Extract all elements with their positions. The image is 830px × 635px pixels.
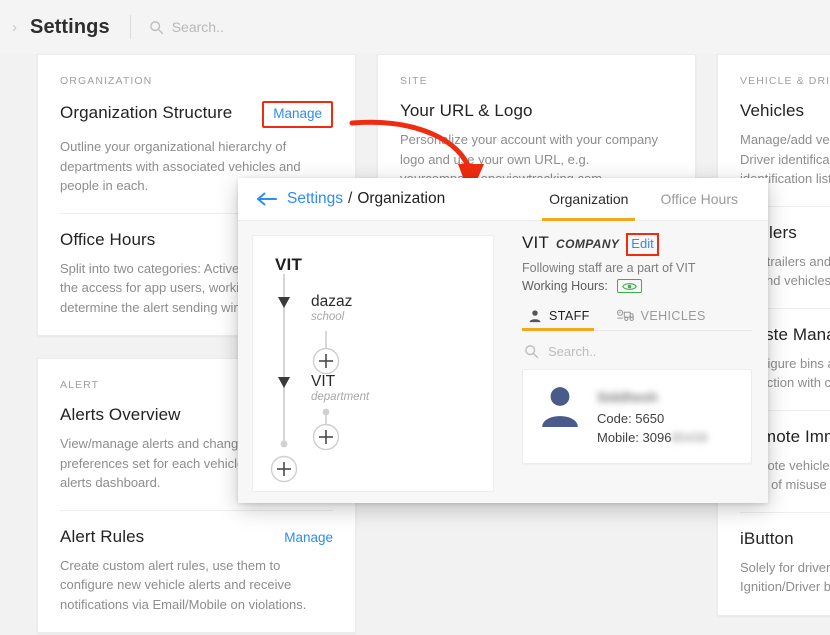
top-bar: › Settings Search.. xyxy=(0,0,830,54)
org-subtitle: Following staff are a part of VIT xyxy=(522,261,696,276)
breadcrumb-separator: / xyxy=(348,190,353,207)
setting-title: Organization Structure xyxy=(60,103,233,122)
staff-mobile-redacted: 85439 xyxy=(671,429,708,445)
tree-node-vit-department[interactable]: VIT department xyxy=(311,373,370,404)
staff-name: Siddhesh xyxy=(597,390,658,406)
organization-modal: Settings / Organization Organization Off… xyxy=(238,178,768,503)
staff-search[interactable]: Search.. xyxy=(522,331,752,369)
tab-organization[interactable]: Organization xyxy=(533,178,644,221)
person-icon xyxy=(529,310,541,323)
sidebar-expand-chevron-icon[interactable]: › xyxy=(12,20,17,35)
setting-row-ibutton: iButton xyxy=(740,529,830,549)
alert-rules-manage-button[interactable]: Manage xyxy=(284,530,333,545)
global-search[interactable]: Search.. xyxy=(149,19,224,35)
add-child-dazaz-button xyxy=(312,347,340,375)
org-type-badge: COMPANY xyxy=(556,237,620,251)
staff-meta: Siddhesh Code: 5650 Mobile: 309685439 xyxy=(597,383,708,447)
manage-highlight-box: Manage xyxy=(262,101,333,128)
tree-node-type: department xyxy=(311,391,370,404)
tab-label: STAFF xyxy=(549,309,590,324)
eye-icon xyxy=(622,283,637,291)
setting-row-organization-structure: Organization Structure Manage xyxy=(60,101,333,128)
modal-body: VIT dazaz school VIT department VIT COMP… xyxy=(238,221,768,503)
header-divider xyxy=(129,15,131,39)
setting-title: Alerts Overview xyxy=(60,405,181,424)
org-detail-pane: VIT COMPANY Edit Following staff are a p… xyxy=(506,221,768,503)
tree-node-name: dazaz xyxy=(311,293,353,310)
working-hours-row: Working Hours: xyxy=(522,279,752,294)
tab-staff[interactable]: STAFF xyxy=(522,306,600,332)
setting-description: Solely for driver identification modes: … xyxy=(740,559,830,595)
card-kicker: SITE xyxy=(400,75,428,87)
breadcrumb-settings-link[interactable]: Settings xyxy=(287,190,343,208)
modal-tabs: Organization Office Hours xyxy=(533,178,768,221)
search-icon xyxy=(525,345,539,359)
card-kicker: ORGANIZATION xyxy=(60,75,153,87)
setting-row-vehicles: Vehicles xyxy=(740,101,830,121)
tab-label: Organization xyxy=(549,191,629,207)
add-child-vit-department-button xyxy=(312,423,340,451)
setting-title: Your URL & Logo xyxy=(400,101,533,120)
staff-list-item[interactable]: Siddhesh Code: 5650 Mobile: 309685439 xyxy=(522,369,752,465)
setting-title: Office Hours xyxy=(60,229,156,249)
staff-mobile: Mobile: 309685439 xyxy=(597,429,708,447)
truck-icon xyxy=(616,309,634,322)
page-title: Settings xyxy=(30,15,110,38)
back-arrow-icon[interactable] xyxy=(256,192,278,206)
tree-node-dazaz[interactable]: dazaz school xyxy=(311,293,353,324)
tab-label: Office Hours xyxy=(660,191,738,207)
staff-search-placeholder: Search.. xyxy=(548,344,597,360)
tree-node-name: VIT xyxy=(311,373,336,390)
organization-structure-manage-button[interactable]: Manage xyxy=(273,106,322,121)
setting-description: Create custom alert rules, use them to c… xyxy=(60,557,307,612)
edit-highlight-box: Edit xyxy=(626,233,659,257)
org-tree-card: VIT dazaz school VIT department xyxy=(252,235,494,492)
tab-office-hours[interactable]: Office Hours xyxy=(644,178,754,221)
setting-title: Vehicles xyxy=(740,101,805,120)
working-hours-view-button[interactable] xyxy=(616,279,642,294)
setting-title: iButton xyxy=(740,528,794,548)
staff-mobile-visible: Mobile: 3096 xyxy=(597,429,672,445)
global-search-placeholder: Search.. xyxy=(171,19,224,35)
working-hours-label: Working Hours: xyxy=(522,279,608,294)
avatar-icon xyxy=(542,387,578,428)
add-root-child-button xyxy=(270,455,298,483)
breadcrumb-current: Organization xyxy=(357,190,446,207)
staff-vehicles-tabs: STAFF VEHICLES xyxy=(522,306,752,332)
tab-label: VEHICLES xyxy=(640,309,706,324)
setting-title: Alert Rules xyxy=(60,526,145,546)
org-tree-pane: VIT dazaz school VIT department xyxy=(238,221,506,503)
org-header: VIT COMPANY Edit xyxy=(522,233,752,257)
modal-header: Settings / Organization Organization Off… xyxy=(238,178,768,221)
org-name: VIT xyxy=(522,233,550,252)
setting-row-url-logo: Your URL & Logo xyxy=(400,101,673,121)
setting-row-alert-rules: Alert Rules Manage xyxy=(60,527,333,547)
card-kicker: VEHICLE & DRIVER xyxy=(740,75,830,87)
edit-organization-button[interactable]: Edit xyxy=(631,236,653,251)
divider xyxy=(740,511,830,513)
search-icon xyxy=(149,20,163,34)
settings-page: › Settings Search.. ORGANIZATION Organiz… xyxy=(0,0,830,635)
tab-vehicles[interactable]: VEHICLES xyxy=(610,306,716,330)
divider xyxy=(60,509,333,511)
tree-connectors xyxy=(270,274,340,483)
staff-code: Code: 5650 xyxy=(597,411,665,427)
tree-node-type: school xyxy=(311,311,345,324)
